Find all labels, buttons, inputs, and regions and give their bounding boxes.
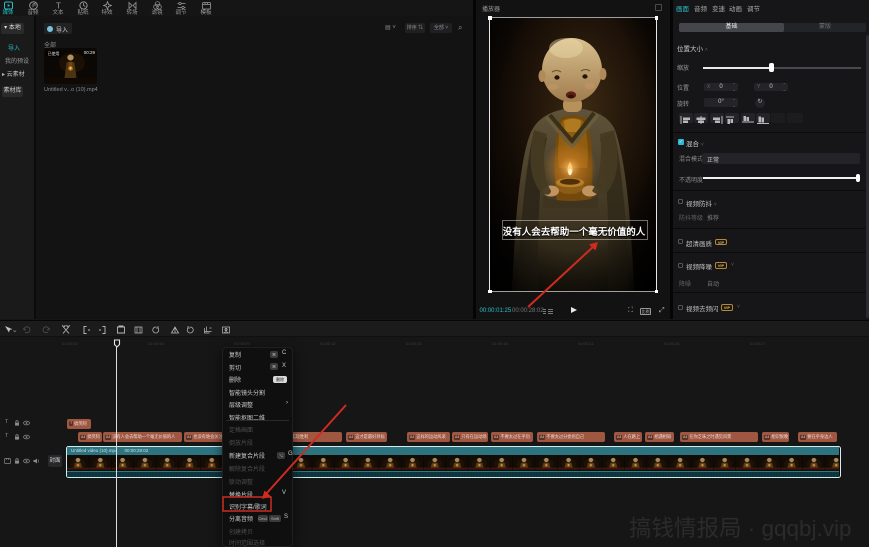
- svg-text:T: T: [56, 2, 61, 11]
